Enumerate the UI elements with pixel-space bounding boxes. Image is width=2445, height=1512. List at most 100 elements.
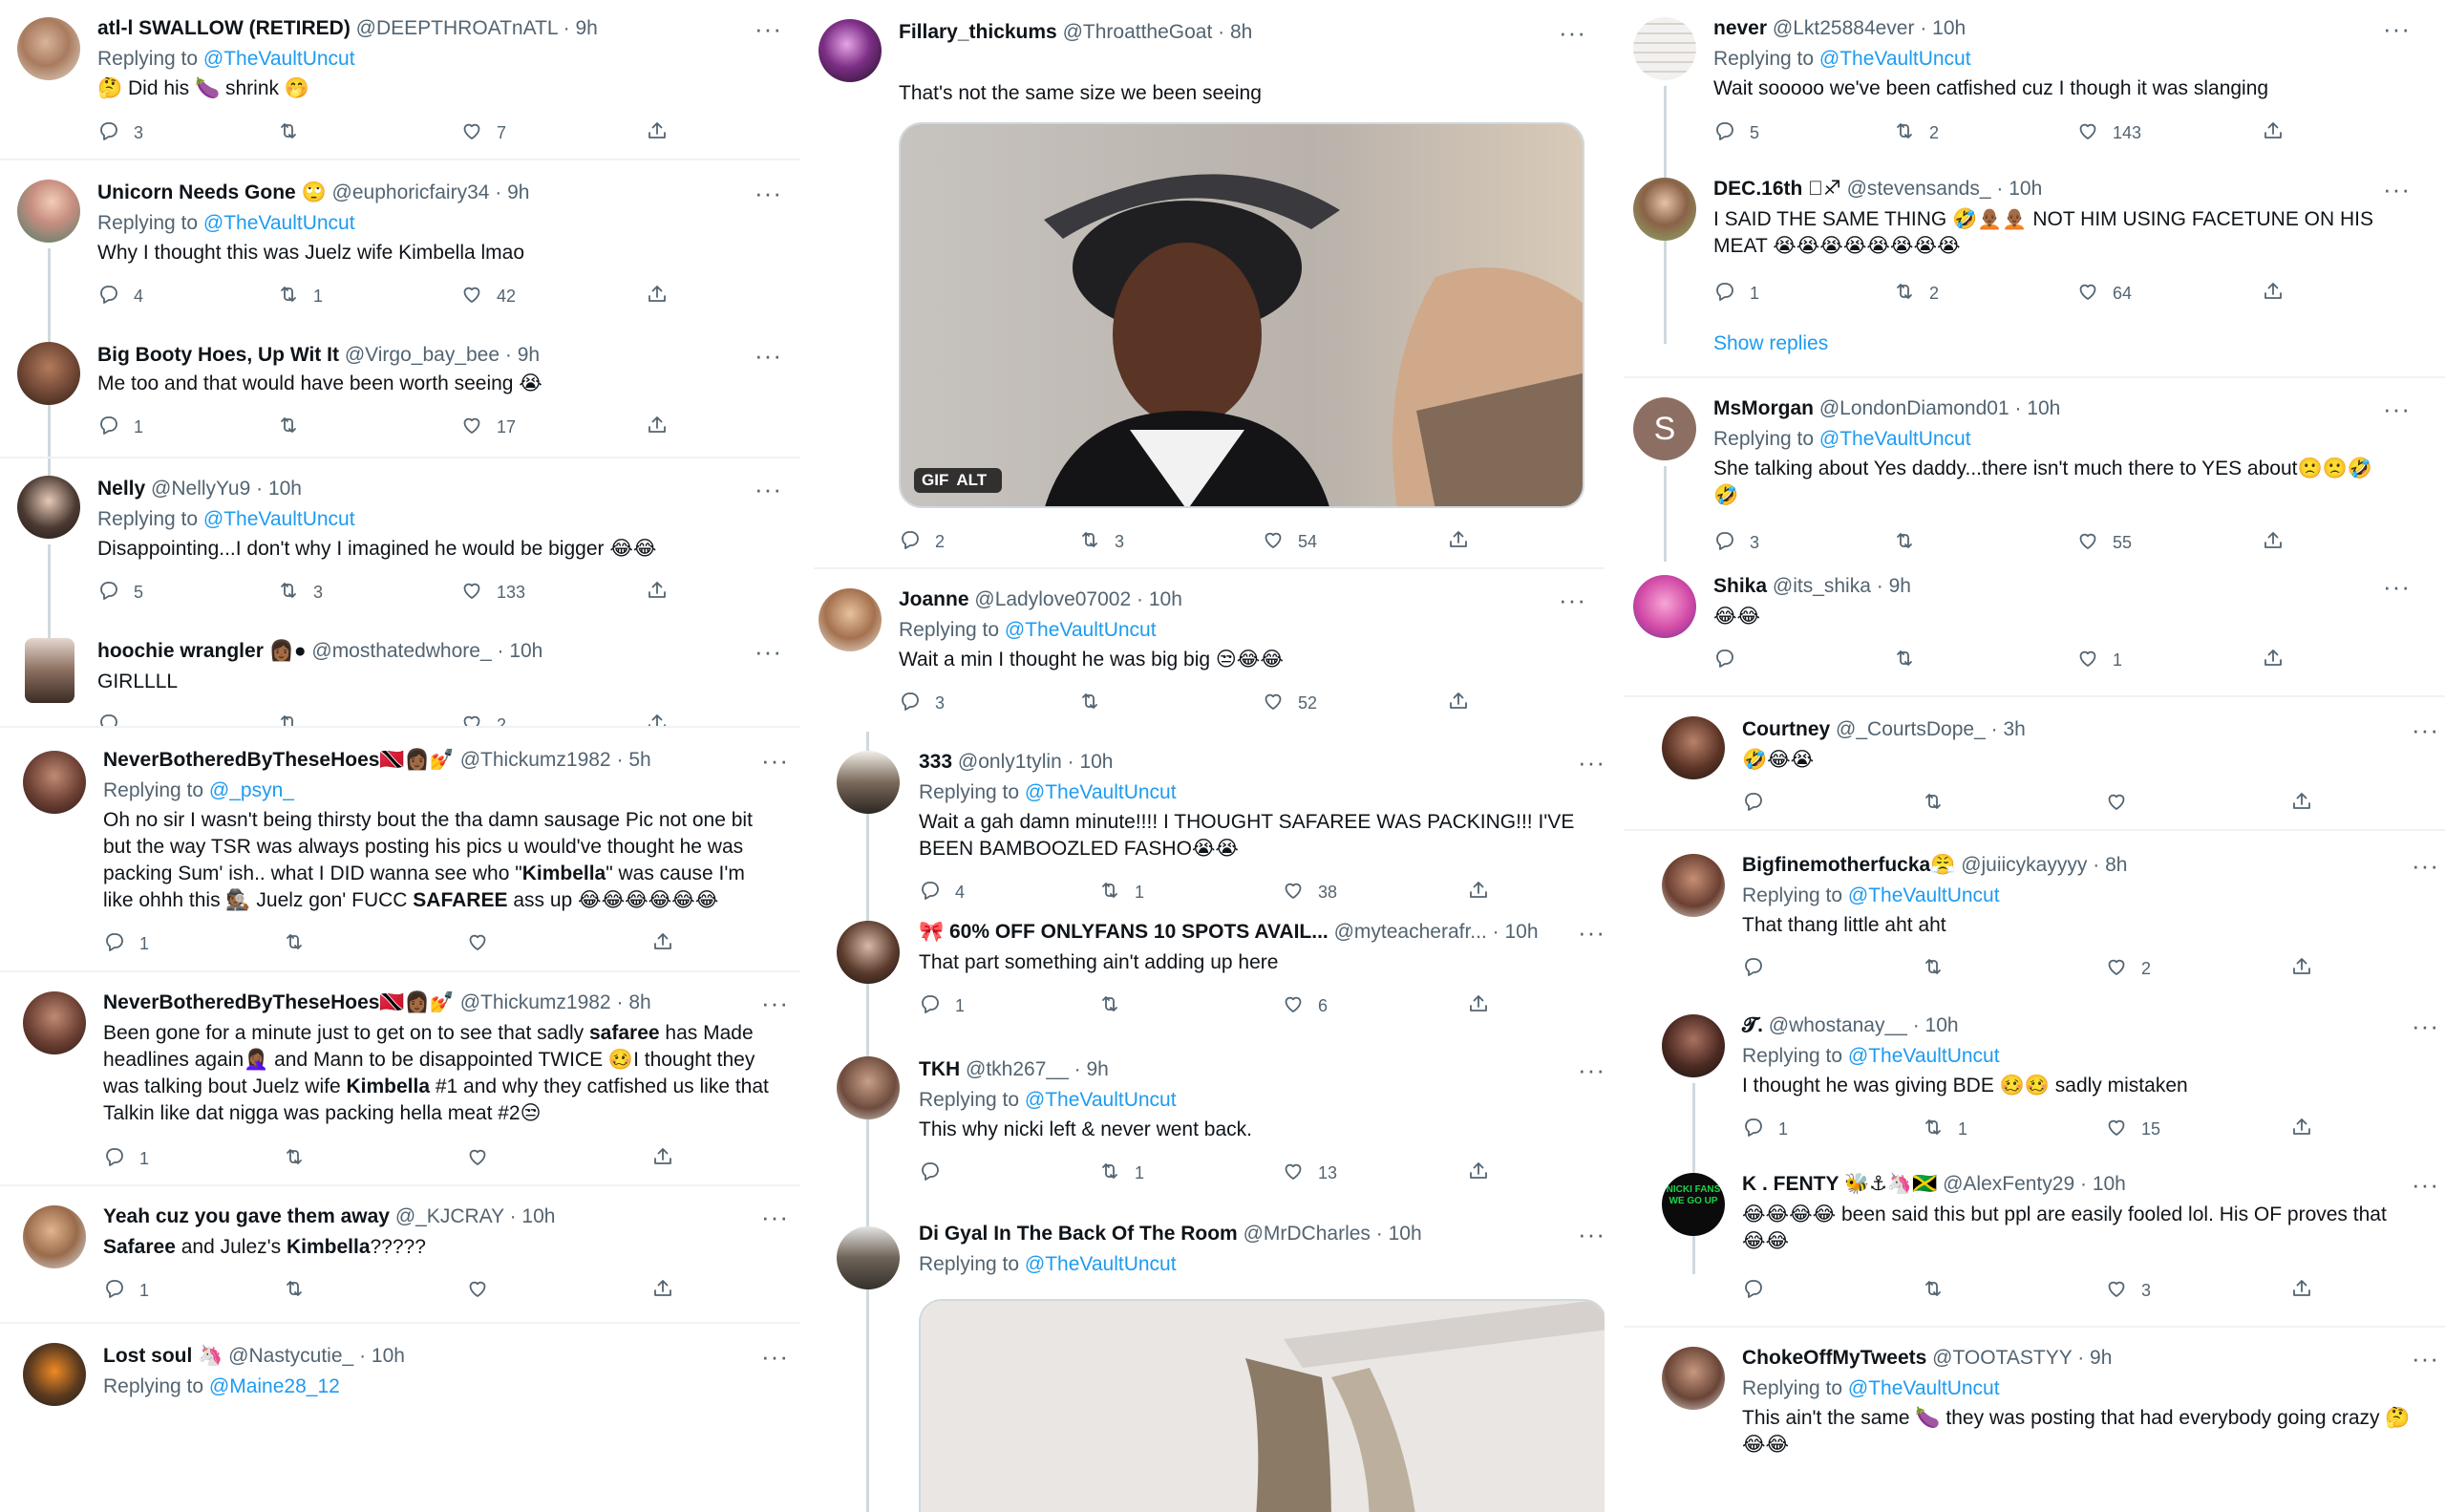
- tweet[interactable]: TKH @tkh267__ · 9h Replying to @TheVault…: [814, 1030, 1605, 1198]
- retweet-button[interactable]: 1: [1098, 1159, 1144, 1187]
- more-icon[interactable]: ···: [755, 477, 782, 501]
- avatar[interactable]: [23, 1343, 86, 1406]
- more-icon[interactable]: ···: [761, 748, 789, 773]
- more-icon[interactable]: ···: [2412, 1172, 2439, 1197]
- timestamp[interactable]: 9h: [1889, 575, 1911, 597]
- like-button[interactable]: [2105, 789, 2128, 818]
- more-icon[interactable]: ···: [2412, 717, 2439, 742]
- like-button[interactable]: 13: [1282, 1159, 1337, 1187]
- timestamp[interactable]: 10h: [1505, 921, 1539, 943]
- share-button[interactable]: [2290, 789, 2313, 818]
- like-button[interactable]: 6: [1282, 991, 1328, 1020]
- more-icon[interactable]: ···: [2412, 1346, 2439, 1371]
- tweet[interactable]: NeverBotheredByTheseHoes🇹🇹👩🏾💅 @Thickumz1…: [0, 728, 800, 972]
- user-handle[interactable]: @Virgo_bay_bee: [345, 344, 500, 366]
- user-name[interactable]: Big Booty Hoes, Up Wit It: [97, 344, 339, 366]
- tweet[interactable]: Joanne @Ladylove07002 · 10h Replying to …: [814, 569, 1605, 732]
- user-name[interactable]: TKH: [919, 1058, 960, 1080]
- more-icon[interactable]: ···: [761, 1344, 789, 1369]
- timestamp[interactable]: 10h: [2009, 178, 2042, 200]
- user-name[interactable]: 𝓣.: [1742, 1014, 1763, 1036]
- share-button[interactable]: [1447, 527, 1470, 556]
- reply-button[interactable]: 1: [103, 929, 149, 958]
- timestamp[interactable]: 3h: [2003, 718, 2025, 740]
- timestamp[interactable]: 9h: [2090, 1347, 2112, 1369]
- share-button[interactable]: [2262, 646, 2285, 674]
- user-handle[interactable]: @juiicykayyyy: [1961, 854, 2087, 876]
- user-handle[interactable]: @stevensands_: [1847, 178, 1991, 200]
- replying-to-handle[interactable]: @TheVaultUncut: [1819, 48, 1971, 70]
- tweet[interactable]: Bigfinemotherfucka😤 @juiicykayyyy · 8h R…: [1624, 831, 2445, 995]
- user-name[interactable]: Di Gyal In The Back Of The Room: [919, 1223, 1238, 1245]
- more-icon[interactable]: ···: [2383, 396, 2411, 421]
- like-button[interactable]: [466, 1144, 489, 1173]
- tweet[interactable]: Di Gyal In The Back Of The Room @MrDChar…: [814, 1198, 1605, 1512]
- retweet-button[interactable]: [283, 929, 306, 958]
- more-icon[interactable]: ···: [755, 181, 782, 205]
- share-button[interactable]: [646, 711, 669, 728]
- timestamp[interactable]: 10h: [521, 1205, 555, 1227]
- retweet-button[interactable]: 1: [277, 282, 323, 310]
- timestamp[interactable]: 8h: [628, 991, 650, 1013]
- timestamp[interactable]: 10h: [372, 1345, 405, 1367]
- timestamp[interactable]: 10h: [2093, 1173, 2126, 1195]
- avatar[interactable]: [1633, 17, 1696, 80]
- user-handle[interactable]: @its_shika: [1773, 575, 1871, 597]
- reply-button[interactable]: [1742, 789, 1765, 818]
- share-button[interactable]: [646, 578, 669, 607]
- tweet-media[interactable]: [919, 1299, 1605, 1512]
- user-handle[interactable]: @Thickumz1982: [460, 991, 611, 1013]
- more-icon[interactable]: ···: [2383, 177, 2411, 202]
- user-name[interactable]: 333: [919, 751, 952, 773]
- tweet[interactable]: Unicorn Needs Gone 🙄 @euphoricfairy34 · …: [0, 160, 800, 497]
- share-button[interactable]: [651, 1276, 674, 1305]
- user-handle[interactable]: @mosthatedwhore_: [311, 640, 491, 662]
- user-handle[interactable]: @MrDCharles: [1244, 1223, 1371, 1245]
- more-icon[interactable]: ···: [1559, 587, 1586, 612]
- share-button[interactable]: [646, 413, 669, 441]
- user-handle[interactable]: @euphoricfairy34: [332, 181, 490, 203]
- user-handle[interactable]: @TOOTASTYY: [1932, 1347, 2072, 1369]
- user-handle[interactable]: @Nastycutie_: [228, 1345, 353, 1367]
- timestamp[interactable]: 9h: [1086, 1058, 1108, 1080]
- replying-to-handle[interactable]: @TheVaultUncut: [1025, 1089, 1177, 1111]
- like-button[interactable]: 52: [1262, 689, 1317, 717]
- user-name[interactable]: Yeah cuz you gave them away: [103, 1205, 390, 1227]
- more-icon[interactable]: ···: [2412, 853, 2439, 878]
- share-button[interactable]: [646, 282, 669, 310]
- share-button[interactable]: [1467, 991, 1490, 1020]
- user-handle[interactable]: @tkh267__: [966, 1058, 1069, 1080]
- user-name[interactable]: Courtney: [1742, 718, 1830, 740]
- user-handle[interactable]: @_KJCRAY: [395, 1205, 504, 1227]
- tweet[interactable]: Yeah cuz you gave them away @_KJCRAY · 1…: [0, 1186, 800, 1324]
- retweet-button[interactable]: [1922, 954, 1945, 983]
- user-handle[interactable]: @AlexFenty29: [1943, 1173, 2074, 1195]
- timestamp[interactable]: 9h: [507, 181, 529, 203]
- more-icon[interactable]: ···: [1559, 20, 1586, 45]
- user-name[interactable]: hoochie wrangler 👩🏾●: [97, 640, 307, 662]
- like-button[interactable]: [466, 1276, 489, 1305]
- timestamp[interactable]: 8h: [1230, 21, 1252, 43]
- share-button[interactable]: [2262, 528, 2285, 557]
- timestamp[interactable]: 10h: [1932, 17, 1966, 39]
- more-icon[interactable]: ···: [1578, 1222, 1605, 1246]
- user-handle[interactable]: @Thickumz1982: [460, 749, 611, 771]
- replying-to-handle[interactable]: @TheVaultUncut: [1005, 619, 1157, 641]
- more-icon[interactable]: ···: [1578, 750, 1605, 775]
- user-name[interactable]: Lost soul 🦄: [103, 1345, 223, 1367]
- user-name[interactable]: Fillary_thickums: [899, 21, 1057, 43]
- tweet[interactable]: 333 @only1tylin · 10h Replying to @TheVa…: [814, 732, 1605, 1512]
- replying-to-handle[interactable]: @TheVaultUncut: [1848, 884, 2000, 906]
- tweet[interactable]: S MsMorgan @LondonDiamond01 · 10h Replyi…: [1624, 378, 2445, 573]
- timestamp[interactable]: 10h: [1149, 588, 1182, 610]
- avatar[interactable]: [23, 1205, 86, 1268]
- replying-to-handle[interactable]: @TheVaultUncut: [203, 48, 355, 70]
- reply-button[interactable]: 2: [899, 527, 945, 556]
- retweet-button[interactable]: 3: [1078, 527, 1124, 556]
- timestamp[interactable]: 10h: [1389, 1223, 1422, 1245]
- reply-button[interactable]: [97, 711, 120, 728]
- reply-button[interactable]: 3: [97, 118, 143, 147]
- tweet[interactable]: NICKI FANS WE GO UP K . FENTY 🐝⚓🦄🇯🇲 @Ale…: [1624, 1171, 2445, 1328]
- reply-button[interactable]: 3: [899, 689, 945, 717]
- more-icon[interactable]: ···: [755, 16, 782, 41]
